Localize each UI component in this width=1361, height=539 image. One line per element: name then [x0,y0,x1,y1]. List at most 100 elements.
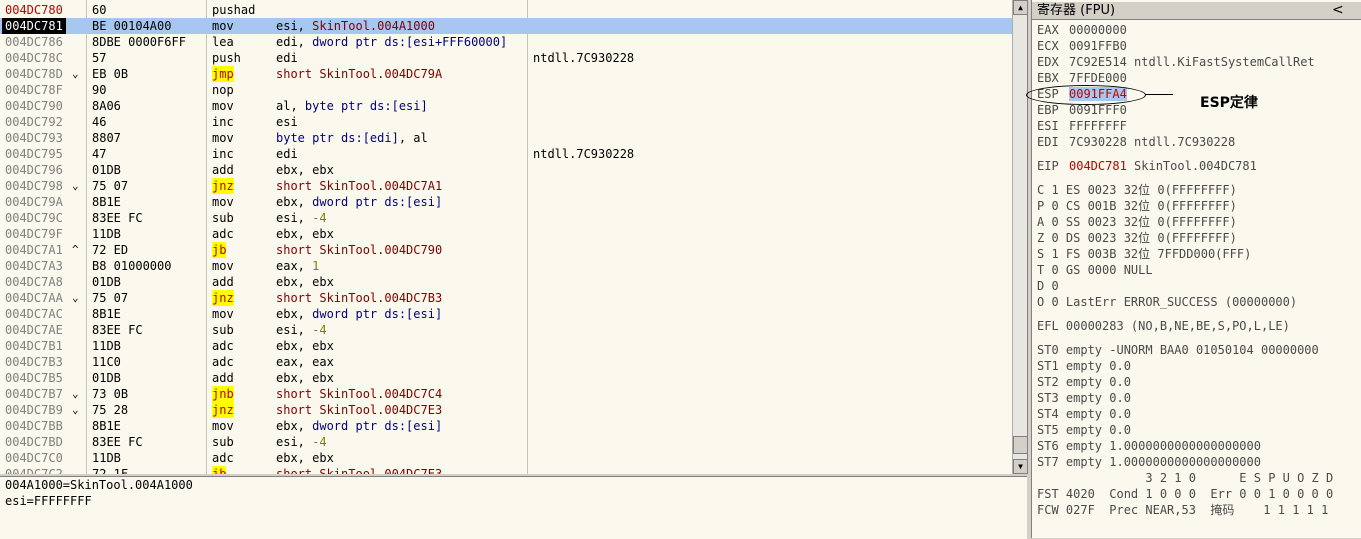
disassembly-row[interactable]: 004DC786 8DBE 0000F6FF lea edi, dword ptr d… [0,34,1012,50]
row-operands: eax, 1 [276,258,319,274]
register-eax[interactable]: EAX 00000000 [1037,22,1127,38]
flag-text: T 0 GS 0000 NULL [1037,263,1153,277]
fpu-register-line[interactable]: ST4 empty 0.0 [1037,406,1131,422]
flag-text: P 0 CS 001B 32位 0(FFFFFFFF) [1037,199,1237,213]
scroll-down-button[interactable]: ▼ [1013,459,1027,474]
fst-line[interactable]: FST 4020 Cond 1 0 0 0 Err 0 0 1 0 0 0 0 [1037,486,1333,502]
disassembly-row[interactable]: 004DC78F 90 nop [0,82,1012,98]
disassembly-row[interactable]: 004DC79F 11DB adc ebx, ebx [0,226,1012,242]
row-hex-bytes: 83EE FC [92,323,143,337]
disassembly-row[interactable]: 004DC7B7 ⌄ 73 0B jnb short SkinTool.004DC7C4 [0,386,1012,402]
disassembly-row[interactable]: 004DC7AE 83EE FC sub esi, -4 [0,322,1012,338]
operand-token: esi, [276,19,313,33]
disassembly-row[interactable]: 004DC7A1 ^ 72 ED jb short SkinTool.004DC790 [0,242,1012,258]
disassembly-row[interactable]: 004DC795 47 inc edi ntdll.7C930228 [0,146,1012,162]
flag-segment-line[interactable]: P 0 CS 001B 32位 0(FFFFFFFF) [1037,198,1237,214]
row-operands: short SkinTool.004DC7E3 [276,466,442,474]
disassembly-row[interactable]: 004DC7C0 11DB adc ebx, ebx [0,450,1012,466]
flag-segment-line[interactable]: S 1 FS 003B 32位 7FFDD000(FFF) [1037,246,1251,262]
disassembly-row[interactable]: 004DC7AA ⌄ 75 07 jnz short SkinTool.004DC7B3 [0,290,1012,306]
disassembly-row[interactable]: 004DC7B1 11DB adc ebx, ebx [0,338,1012,354]
disassembly-row[interactable]: 004DC78C 57 push edi ntdll.7C930228 [0,50,1012,66]
fpu-register-line[interactable]: ST2 empty 0.0 [1037,374,1131,390]
disassembly-row[interactable]: 004DC7C2 72 1F jb short SkinTool.004DC7E3 [0,466,1012,474]
row-operands: ebx, ebx [276,162,334,178]
disassembly-row[interactable]: 004DC79C 83EE FC sub esi, -4 [0,210,1012,226]
disassembly-row[interactable]: 004DC7A3 B8 01000000 mov eax, 1 [0,258,1012,274]
row-operands: ebx, ebx [276,274,334,290]
row-operands: eax, eax [276,354,334,370]
disassembly-row[interactable]: 004DC781 BE 00104A00 mov esi, SkinTool.004A… [0,18,1012,34]
disassembly-row[interactable]: 004DC792 46 inc esi [0,114,1012,130]
row-address: 004DC7A8 [5,275,63,289]
flag-segment-line[interactable]: D 0 [1037,278,1059,294]
fpu-register-line[interactable]: ST0 empty -UNORM BAA0 01050104 00000000 [1037,342,1319,358]
row-mnemonic: push [212,51,241,65]
operand-token: edi, [276,35,313,49]
register-ebx[interactable]: EBX 7FFDE000 [1037,70,1127,86]
register-value: 0091FFF0 [1069,103,1127,117]
disassembly-row[interactable]: 004DC7B5 01DB add ebx, ebx [0,370,1012,386]
disassembly-row[interactable]: 004DC7BD 83EE FC sub esi, -4 [0,434,1012,450]
register-value: 0091FFB0 [1069,39,1127,53]
disassembly-row[interactable]: 004DC7B3 11C0 adc eax, eax [0,354,1012,370]
disassembly-pane[interactable]: 004DC780 60 pushad 004DC781 BE 00104A00 mov es… [0,0,1028,474]
info-pane[interactable]: 004A1000=SkinTool.004A1000 esi=FFFFFFFF [0,476,1027,539]
register-ecx[interactable]: ECX 0091FFB0 [1037,38,1127,54]
disassembly-row[interactable]: 004DC798 ⌄ 75 07 jnz short SkinTool.004DC7A1 [0,178,1012,194]
disassembly-row[interactable]: 004DC79A 8B1E mov ebx, dword ptr ds:[esi] [0,194,1012,210]
row-mnemonic: mov [212,307,234,321]
row-operands: short SkinTool.004DC7A1 [276,178,442,194]
register-edx[interactable]: EDX 7C92E514 ntdll.KiFastSystemCallRet [1037,54,1315,70]
flag-segment-line[interactable]: Z 0 DS 0023 32位 0(FFFFFFFF) [1037,230,1237,246]
flag-segment-line[interactable]: T 0 GS 0000 NULL [1037,262,1153,278]
disassembly-scrollbar[interactable]: ▲ ▼ [1012,0,1027,474]
flag-segment-line[interactable]: O 0 LastErr ERROR_SUCCESS (00000000) [1037,294,1297,310]
row-mnemonic: jb [212,466,227,474]
fpu-register-line[interactable]: ST7 empty 1.0000000000000000000 [1037,454,1261,470]
flag-segment-line[interactable]: A 0 SS 0023 32位 0(FFFFFFFF) [1037,214,1237,230]
disassembly-row[interactable]: 004DC7B9 ⌄ 75 28 jnz short SkinTool.004DC7E3 [0,402,1012,418]
operand-token: , al [398,131,428,145]
registers-pane[interactable]: 寄存器 (FPU) < EAX 00000000 ECX 0091FFB0 EDX 7C9… [1031,0,1361,538]
fcw-line[interactable]: FCW 027F Prec NEAR,53 掩码 1 1 1 1 1 [1037,502,1328,518]
row-address: 004DC780 [5,3,63,17]
fpu-register-line[interactable]: ST1 empty 0.0 [1037,358,1131,374]
scroll-up-button[interactable]: ▲ [1013,0,1027,15]
register-esi[interactable]: ESI FFFFFFFF [1037,118,1127,134]
operand-token: eax, [276,259,313,273]
row-hex-bytes: 60 [92,3,107,17]
row-address: 004DC796 [5,163,63,177]
fpu-register-line[interactable]: ST5 empty 0.0 [1037,422,1131,438]
row-hex-bytes: 01DB [92,371,121,385]
disassembly-row[interactable]: 004DC7BB 8B1E mov ebx, dword ptr ds:[esi] [0,418,1012,434]
fst-bit-header[interactable]: 3 2 1 0 E S P U O Z D [1037,470,1333,486]
disassembly-row[interactable]: 004DC780 60 pushad [0,2,1012,18]
row-hex-bytes: 73 0B [92,387,129,401]
row-operands: esi, SkinTool.004A1000 [276,18,435,34]
row-hex-bytes: 8B1E [92,195,121,209]
disassembly-row[interactable]: 004DC7AC 8B1E mov ebx, dword ptr ds:[esi] [0,306,1012,322]
disassembly-row[interactable]: 004DC78D ⌄ EB 0B jmp short SkinTool.004DC79A [0,66,1012,82]
row-address: 004DC7B7 [5,387,63,401]
disassembly-row[interactable]: 004DC793 8807 mov byte ptr ds:[edi], al [0,130,1012,146]
register-eip[interactable]: EIP 004DC781 SkinTool.004DC781 [1037,158,1257,174]
row-address: 004DC786 [5,35,63,49]
disassembly-row[interactable]: 004DC790 8A06 mov al, byte ptr ds:[esi] [0,98,1012,114]
fpu-register-line[interactable]: ST6 empty 1.0000000000000000000 [1037,438,1261,454]
scroll-thumb[interactable] [1013,436,1027,454]
efl-line[interactable]: EFL 00000283 (NO,B,NE,BE,S,PO,L,LE) [1037,318,1290,334]
operand-token: edi [276,147,298,161]
disassembly-row[interactable]: 004DC7A8 01DB add ebx, ebx [0,274,1012,290]
registers-header[interactable]: 寄存器 (FPU) < [1032,2,1361,20]
register-edi[interactable]: EDI 7C930228 ntdll.7C930228 [1037,134,1235,150]
disassembly-row[interactable]: 004DC796 01DB add ebx, ebx [0,162,1012,178]
fpu-register-line[interactable]: ST3 empty 0.0 [1037,390,1131,406]
register-name: EBP [1037,103,1059,117]
fpu-text: ST1 empty 0.0 [1037,359,1131,373]
flag-segment-line[interactable]: C 1 ES 0023 32位 0(FFFFFFFF) [1037,182,1237,198]
row-address: 004DC781 [2,18,66,34]
collapse-arrow-icon[interactable]: < [1332,2,1344,19]
info-line-1: 004A1000=SkinTool.004A1000 [5,478,193,492]
operand-token: ebx, [276,195,313,209]
